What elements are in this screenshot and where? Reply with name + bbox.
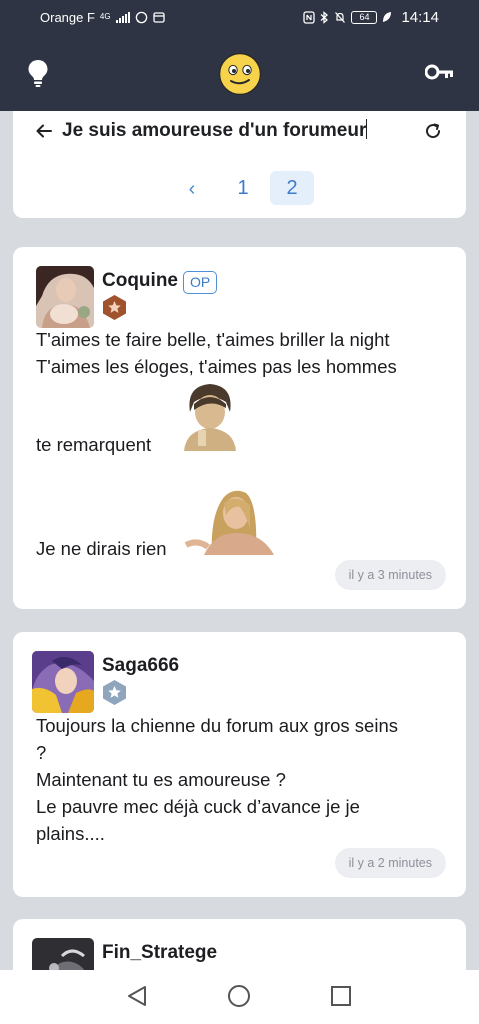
status-bar: Orange F 4G 64 14:14 [0, 0, 479, 34]
sticker-image [180, 382, 239, 451]
post-timestamp: il y a 3 minutes [334, 560, 446, 590]
op-badge: OP [183, 271, 218, 294]
rank-badge-icon [103, 295, 126, 320]
bluetooth-icon [321, 10, 329, 24]
network-type-icon: 4G [99, 12, 111, 21]
author-name[interactable]: Coquine [102, 270, 178, 292]
topic-title: Je suis amoureuse d'un forumeur [62, 119, 368, 142]
bell-muted-icon [335, 11, 346, 23]
avatar[interactable] [32, 651, 94, 713]
refresh-icon[interactable] [424, 122, 442, 140]
message-line: Le pauvre mec déjà cuck d’avance je je [36, 796, 360, 817]
system-navigation-bar [0, 970, 479, 1024]
topic-title-text: Je suis amoureuse d'un forumeur [62, 120, 367, 141]
app-header [0, 34, 479, 111]
topic-header-card: Je suis amoureuse d'un forumeur ‹ 1 2 [13, 111, 466, 218]
signal-icon [115, 11, 130, 23]
leaf-icon [383, 12, 392, 22]
key-icon[interactable] [425, 62, 455, 82]
message-line: T'aimes te faire belle, t'aimes briller … [36, 329, 390, 350]
message-line: ? [36, 742, 47, 763]
message-line: te remarquent [36, 434, 152, 455]
nav-recents-icon[interactable] [330, 985, 352, 1007]
status-left: Orange F 4G [40, 10, 165, 25]
battery-indicator: 64 [351, 10, 378, 24]
nav-home-icon[interactable] [227, 984, 251, 1008]
pagination-page-1[interactable]: 1 [221, 171, 265, 205]
arrow-left-icon[interactable] [35, 122, 53, 140]
status-right: 64 14:14 [303, 9, 439, 26]
avatar[interactable] [36, 266, 94, 328]
message-line: Je ne dirais rien [36, 538, 167, 559]
sticker-image [184, 485, 277, 555]
post-card: Saga666 Toujours la chienne du forum aux… [13, 632, 466, 897]
post-card: Coquine OP T'aimes te faire belle, t'aim… [13, 247, 466, 609]
message-line: Maintenant tu es amoureuse ? [36, 769, 286, 790]
smiley-logo-icon[interactable] [218, 52, 262, 96]
message-line: Toujours la chienne du forum aux gros se… [36, 715, 398, 736]
carrier-label: Orange F [40, 9, 95, 25]
pagination-prev-button[interactable]: ‹ [180, 174, 204, 204]
author-name[interactable]: Saga666 [102, 655, 179, 677]
post-timestamp: il y a 2 minutes [334, 848, 446, 878]
clock: 14:14 [401, 8, 439, 26]
whatsapp-icon [135, 11, 147, 23]
nav-back-icon[interactable] [126, 984, 148, 1008]
pagination-page-2-current[interactable]: 2 [270, 171, 314, 205]
rank-badge-icon [103, 680, 126, 705]
lightbulb-icon[interactable] [26, 58, 50, 88]
text-caret [366, 119, 368, 139]
message-line: T'aimes les éloges, t'aimes pas les homm… [36, 356, 397, 377]
calendar-icon [152, 12, 165, 23]
nfc-icon [303, 10, 316, 24]
message-line: plains.... [36, 823, 105, 844]
author-name[interactable]: Fin_Stratege [102, 942, 217, 964]
